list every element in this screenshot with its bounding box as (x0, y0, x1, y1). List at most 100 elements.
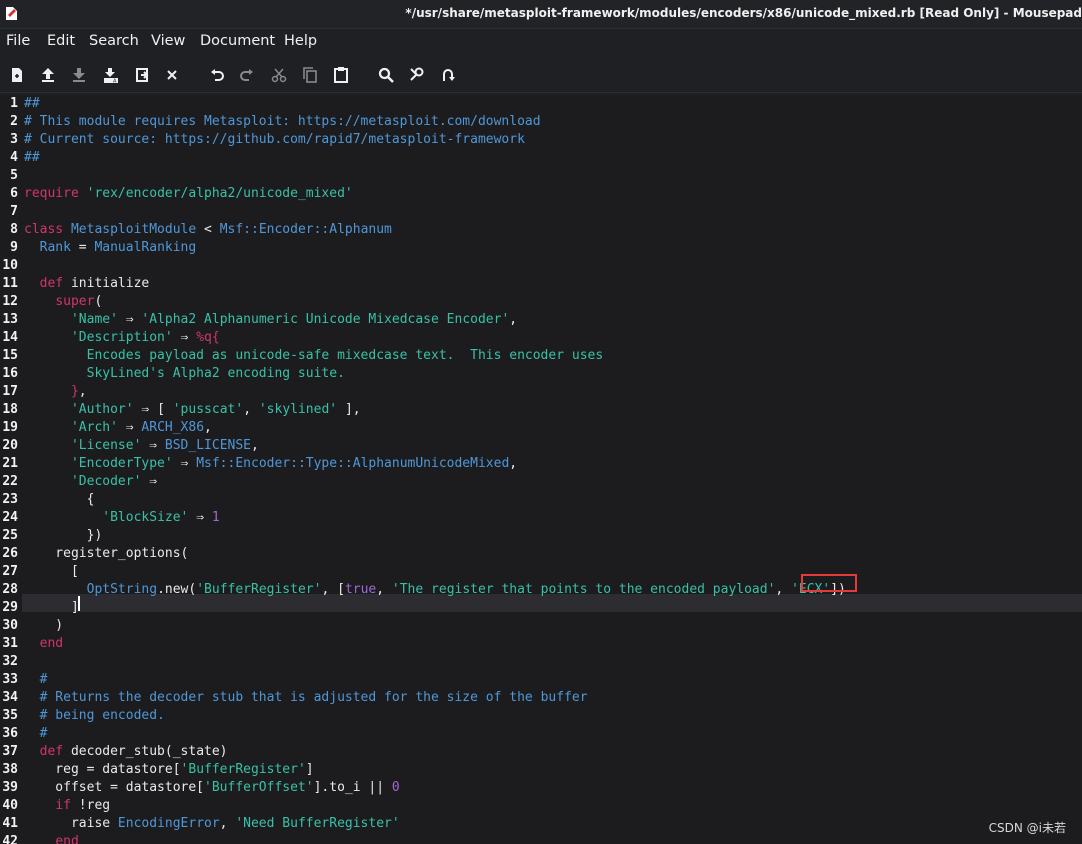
code-line[interactable]: Rank = ManualRanking (24, 239, 197, 257)
line-number: 25 (2, 528, 18, 543)
line-number: 8 (10, 222, 18, 237)
menu-file[interactable]: File (6, 33, 30, 49)
editor-area[interactable]: 1 2 3 4 5 6 7 8 9 10 11 12 13 14 15 16 17 18 19 20 21 22 23 24 2… (0, 95, 1082, 844)
save-button[interactable] (68, 64, 90, 86)
code-token: # being encoded. (39, 708, 165, 723)
code-line[interactable]: OptString.new('BufferRegister', [true, '… (24, 581, 846, 599)
scissors-icon (271, 68, 287, 83)
code-line[interactable]: { (24, 491, 95, 509)
code-line[interactable]: ) (24, 617, 63, 635)
code-token: , (775, 582, 792, 597)
line-number: 7 (10, 204, 18, 219)
line-number: 39 (2, 780, 18, 795)
code-token: register_options( (24, 546, 189, 561)
code-token: end (39, 636, 64, 651)
cut-button[interactable] (268, 64, 290, 86)
menu-view[interactable]: View (151, 33, 185, 49)
title-bar: */usr/share/metasploit-framework/modules… (0, 0, 1082, 29)
code-line[interactable]: }, (24, 383, 87, 401)
code-line[interactable]: # Current source: https://github.com/rap… (24, 131, 525, 149)
line-number: 4 (10, 150, 18, 165)
code-line[interactable]: if !reg (24, 797, 110, 815)
goto-line-button[interactable] (437, 64, 459, 86)
code-line[interactable]: # This module requires Metasploit: https… (24, 113, 541, 131)
code-token: def (39, 276, 64, 291)
line-number: 21 (2, 456, 18, 471)
new-document-button[interactable] (6, 64, 28, 86)
code-line[interactable]: 'Name' ⇒ 'Alpha2 Alphanumeric Unicode Mi… (24, 311, 517, 329)
find-button[interactable] (375, 64, 397, 86)
open-file-button[interactable] (37, 64, 59, 86)
code-token: # Current source: https://github.com/rap… (24, 132, 525, 147)
code-line[interactable]: 'Author' ⇒ [ 'pusscat', 'skylined' ], (24, 401, 361, 419)
code-line[interactable]: 'BlockSize' ⇒ 1 (24, 509, 219, 527)
code-line[interactable]: ] (24, 599, 79, 617)
reload-button[interactable] (131, 64, 153, 86)
code-line[interactable]: offset = datastore['BufferOffset'].to_i … (24, 779, 399, 797)
code-line[interactable]: # (24, 671, 48, 689)
line-number: 35 (2, 708, 18, 723)
code-token: ⇒ [ (133, 402, 173, 417)
code-line[interactable]: SkyLined's Alpha2 encoding suite. (24, 365, 345, 383)
save-as-icon: A (104, 68, 118, 85)
code-token: ( (94, 294, 103, 309)
code-line[interactable]: Encodes payload as unicode-safe mixedcas… (24, 347, 604, 365)
code-line[interactable]: 'Arch' ⇒ ARCH_X86, (24, 419, 212, 437)
code-line[interactable]: 'EncoderType' ⇒ Msf::Encoder::Type::Alph… (24, 455, 517, 473)
line-number: 11 (2, 276, 18, 291)
code-token: 'rex/encoder/alpha2/unicode_mixed' (86, 186, 353, 201)
code-token: 'Arch' (70, 420, 118, 435)
code-line[interactable]: end (24, 833, 78, 844)
code-line[interactable]: # Returns the decoder stub that is adjus… (24, 689, 588, 707)
paste-button[interactable] (330, 64, 352, 86)
line-number: 16 (2, 366, 18, 381)
code-token: if (55, 798, 71, 813)
code-line[interactable]: end (24, 635, 63, 653)
code-line[interactable]: class MetasploitModule < Msf::Encoder::A… (24, 221, 392, 239)
code-token: MetasploitModule (70, 222, 197, 237)
menu-document[interactable]: Document (200, 33, 275, 49)
close-button[interactable] (161, 64, 183, 86)
menu-help[interactable]: Help (284, 33, 317, 49)
svg-text:A: A (113, 79, 117, 85)
code-line[interactable]: # being encoded. (24, 707, 165, 725)
line-number: 22 (2, 474, 18, 489)
save-as-button[interactable]: A (100, 64, 122, 86)
upload-icon (42, 68, 54, 82)
download-icon (73, 68, 85, 82)
code-token: ], (337, 402, 361, 417)
code-line[interactable]: [ (24, 563, 79, 581)
code-line[interactable]: super( (24, 293, 102, 311)
code-line[interactable]: register_options( (24, 545, 188, 563)
code-line[interactable]: def initialize (24, 275, 150, 293)
menu-edit[interactable]: Edit (47, 33, 75, 49)
code-token: 'License' (70, 438, 142, 453)
menu-search[interactable]: Search (89, 33, 139, 49)
toolbar: A (0, 58, 1082, 93)
code-line[interactable]: ## (24, 95, 40, 113)
find-replace-button[interactable] (406, 64, 428, 86)
code-line[interactable]: raise EncodingError, 'Need BufferRegiste… (24, 815, 400, 833)
code-line[interactable]: }) (24, 527, 103, 545)
code-token: 'BufferRegister' (196, 582, 322, 597)
line-number: 29 (2, 600, 18, 615)
code-line[interactable]: ## (24, 149, 40, 167)
code-line[interactable]: require 'rex/encoder/alpha2/unicode_mixe… (24, 185, 353, 203)
code-token: [ (24, 564, 79, 579)
code-token: 'skylined' (258, 402, 338, 417)
copy-button[interactable] (299, 64, 321, 86)
code-line[interactable]: reg = datastore['BufferRegister'] (24, 761, 313, 779)
code-line[interactable]: # (24, 725, 48, 743)
line-number: 5 (10, 168, 18, 183)
redo-button[interactable] (236, 64, 258, 86)
code-line[interactable]: 'Description' ⇒ %q{ (24, 329, 220, 347)
code-token: ⇒ (141, 474, 158, 489)
code-line[interactable]: def decoder_stub(_state) (24, 743, 228, 761)
code-line[interactable]: 'License' ⇒ BSD_LICENSE, (24, 437, 259, 455)
code-line[interactable]: 'Decoder' ⇒ (24, 473, 157, 491)
undo-button[interactable] (206, 64, 228, 86)
